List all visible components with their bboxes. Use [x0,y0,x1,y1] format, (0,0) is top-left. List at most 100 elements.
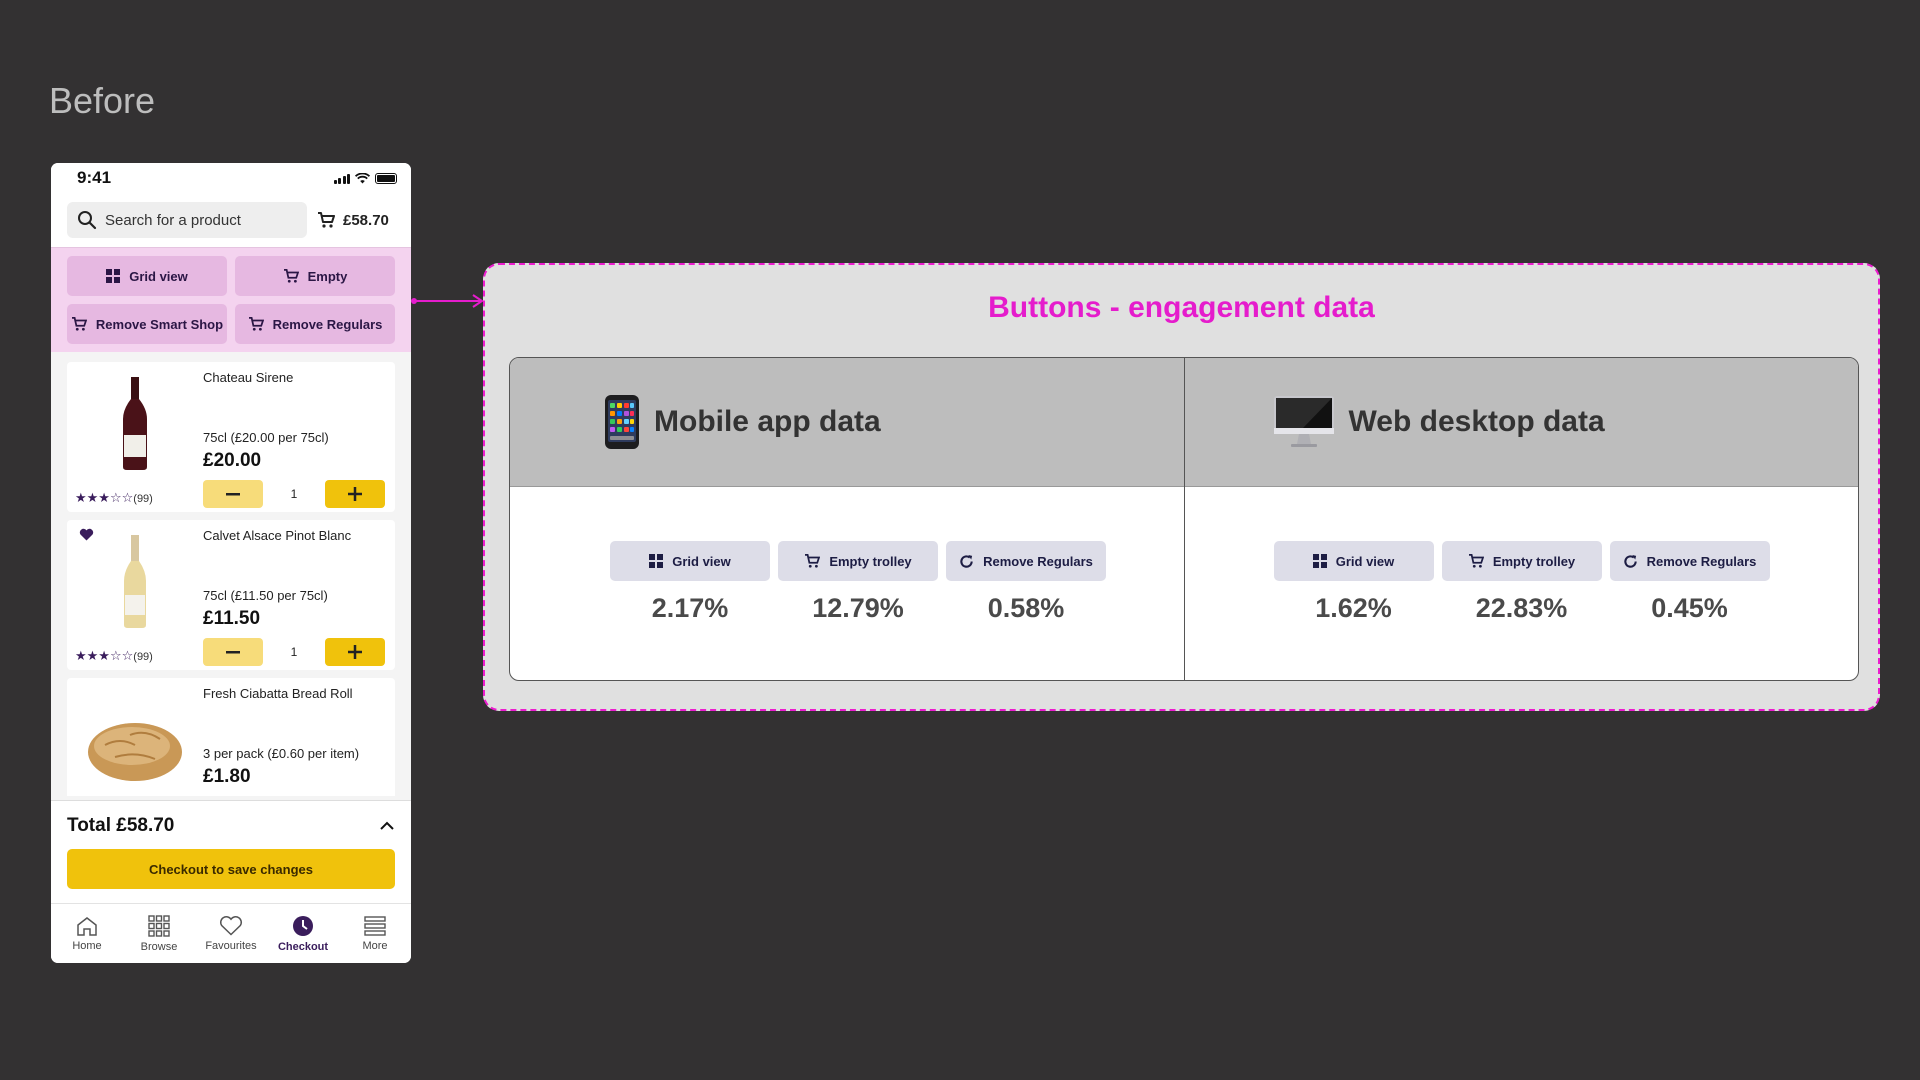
metric-label: Grid view [1335,553,1395,569]
red-wine-bottle-image [77,374,192,474]
tab-home-label: Home [72,939,102,952]
trolley-icon [1468,554,1484,568]
tab-favourites[interactable]: Favourites [195,904,267,963]
wifi-icon [355,172,370,183]
grid-icon [1312,554,1327,568]
trolley-total-panel: Total £58.70 Checkout to save changes [51,800,411,904]
metric-value: 0.58% [987,593,1065,623]
metric-grid-view: Grid view 2.17% [610,541,770,624]
menu-icon [364,915,386,936]
minus-icon [226,492,240,495]
grid-view-button: Grid view [610,541,770,581]
connector-arrow [411,294,484,308]
product-name: Calvet Alsace Pinot Blanc [203,528,352,543]
grid-view-button[interactable]: Grid view [67,256,227,296]
column-header: Web desktop data [1184,358,1858,487]
metric-empty-trolley: Empty trolley 12.79% [778,541,938,624]
before-heading: Before [49,80,156,121]
remove-smart-shop-button[interactable]: Remove Smart Shop [67,304,227,344]
rating-count: (99) [133,651,153,663]
tab-favourites-label: Favourites [205,940,257,952]
chevron-up-icon[interactable] [379,821,395,831]
trolley-icon [248,317,264,331]
minus-icon [226,650,240,653]
decrease-button[interactable] [203,638,263,666]
metric-label: Remove Regulars [1646,553,1757,569]
quantity-value: 1 [290,645,298,659]
metric-empty-trolley: Empty trolley 22.83% [1441,541,1602,624]
plus-icon [348,487,362,501]
trolley-icon [805,554,821,568]
mobile-data-column: Mobile app data Grid view 2.17% Empty tr… [510,358,1184,680]
heart-icon [220,916,242,936]
bread-roll-image [77,700,192,796]
product-price: £11.50 [203,608,261,629]
signal-icon [333,173,350,184]
tab-checkout[interactable]: Checkout [267,904,339,963]
battery-icon [375,172,397,184]
metric-label: Grid view [672,553,731,569]
system-icons [333,172,397,184]
metric-label: Empty trolley [1492,553,1576,569]
column-header: Mobile app data [510,358,1184,487]
tab-browse[interactable]: Browse [123,904,195,963]
quantity-stepper: 1 [203,638,385,666]
checkout-icon [293,915,313,936]
bottom-tab-bar: Home Browse Favourites Checkout More [51,903,411,963]
grid-icon [106,269,121,283]
trolley-actions: Grid view Empty Remove Smart Shop Remove… [51,247,411,352]
metric-label: Empty trolley [829,553,912,569]
metric-grid-view: Grid view 1.62% [1273,541,1434,624]
plus-icon [348,645,362,659]
search-icon [78,211,97,230]
empty-button[interactable]: Empty [235,256,395,296]
tab-browse-label: Browse [140,940,178,953]
phone-mockup: 9:41 Search for a product £58.70 Grid vi… [51,163,411,963]
status-time: 9:41 [77,168,112,187]
empty-trolley-button: Empty trolley [1441,541,1602,581]
browse-icon [148,914,170,937]
product-price: £1.80 [203,766,251,787]
product-unit-price: 75cl (£20.00 per 75cl) [203,430,329,445]
product-card[interactable]: Calvet Alsace Pinot Blanc 75cl (£11.50 p… [67,520,395,670]
search-input[interactable]: Search for a product [67,202,307,238]
grid-view-button: Grid view [1273,541,1434,581]
rating-stars: ★★★☆☆(99) [75,648,153,663]
basket-button[interactable]: £58.70 [317,212,389,229]
metric-remove-regulars: Remove Regulars 0.45% [1609,541,1770,624]
tab-more-label: More [362,939,388,952]
remove-regulars-label: Remove Regulars [272,316,383,332]
quantity-stepper: 1 [203,480,385,508]
remove-regulars-button[interactable]: Remove Regulars [235,304,395,344]
quantity-value: 1 [290,487,298,501]
trolley-icon [283,269,299,283]
engagement-data-panel: Buttons - engagement data Mobile app dat… [483,263,1880,711]
desktop-data-column: Web desktop data Grid view 1.62% Empty t… [1183,358,1858,680]
checkout-button[interactable]: Checkout to save changes [67,849,395,889]
metric-value: 1.62% [1315,593,1392,623]
tab-home[interactable]: Home [51,904,123,963]
metric-value: 2.17% [651,593,729,623]
product-card[interactable]: Chateau Sirene 75cl (£20.00 per 75cl) £2… [67,362,395,512]
increase-button[interactable] [325,638,385,666]
tab-checkout-label: Checkout [277,940,329,953]
desktop-computer-icon [1273,396,1334,447]
empty-label: Empty [307,268,348,284]
refresh-icon [1623,554,1637,568]
rating-stars: ★★★☆☆(99) [75,490,153,505]
grid-icon [649,554,664,568]
product-price: £20.00 [203,450,262,471]
basket-total: £58.70 [343,211,389,229]
remove-regulars-button: Remove Regulars [1609,541,1770,581]
search-placeholder: Search for a product [105,211,241,229]
product-card[interactable]: Fresh Ciabatta Bread Roll 3 per pack (£0… [67,678,395,796]
mobile-phone-icon [605,395,639,449]
decrease-button[interactable] [203,480,263,508]
metric-value: 22.83% [1475,593,1568,623]
product-list: Chateau Sirene 75cl (£20.00 per 75cl) £2… [51,352,411,796]
panel-title: Buttons - engagement data [988,291,1375,324]
home-icon [77,916,97,936]
metric-label: Remove Regulars [983,553,1093,569]
tab-more[interactable]: More [339,904,411,963]
increase-button[interactable] [325,480,385,508]
